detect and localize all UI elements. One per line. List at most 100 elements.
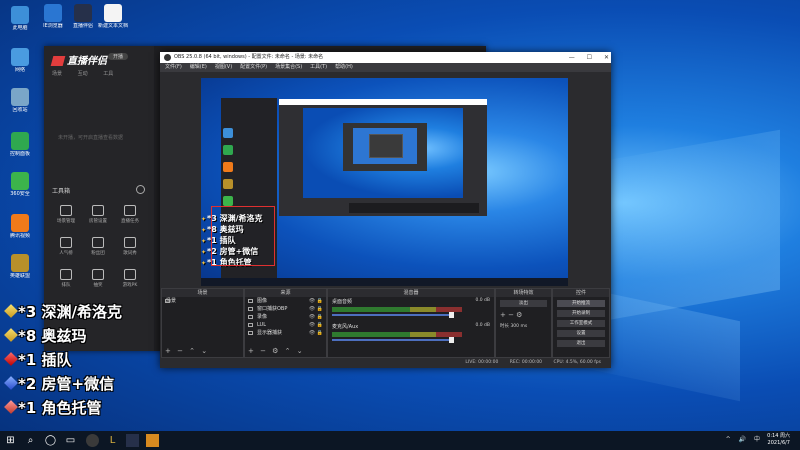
settings-button[interactable]: 设置	[557, 330, 605, 337]
status-bar: LIVE: 00:00:00 REC: 00:00:00 CPU: 4.5%, …	[160, 358, 611, 368]
menu-view[interactable]: 视图(V)	[215, 64, 232, 70]
desktop-icon[interactable]: 360安全	[3, 170, 37, 204]
volume-meter	[332, 332, 462, 337]
studio-mode-button[interactable]: 工作室模式	[557, 320, 605, 327]
desktop-icon[interactable]: 腾讯视频	[3, 212, 37, 246]
desktop-icon[interactable]: 回收站	[3, 86, 37, 120]
toolbox-grid: 场景管理 房管设置 直播任务 人气榜 粉丝团 歌词秀 排队 抽奖 游戏PK	[50, 204, 150, 300]
minimize-icon[interactable]: —	[569, 54, 575, 61]
desktop-icon[interactable]: IE浏览器	[36, 2, 70, 36]
stream-overlay-text: *3 深渊/希洛克 *8 奥兹玛 *1 插队 *2 房管+微信 *1 角色托管	[4, 300, 122, 420]
start-recording-button[interactable]: 开始录制	[557, 310, 605, 317]
queue-icon	[60, 269, 72, 280]
tool-admin[interactable]: 房管设置	[82, 204, 114, 230]
folder-taskbar-icon[interactable]	[146, 434, 159, 447]
search-icon[interactable]: ⌕	[24, 434, 37, 447]
offline-hint: 未开播，可开启直播查看数据	[58, 135, 124, 141]
desktop-icon[interactable]: 英雄联盟	[3, 252, 37, 286]
game-taskbar-icon[interactable]: L	[106, 434, 119, 447]
captured-obs	[279, 99, 487, 216]
fans-icon	[92, 237, 104, 248]
volume-icon[interactable]: 🔊	[739, 436, 746, 443]
obs-titlebar[interactable]: OBS 25.0.8 (64 bit, windows) - 配置文件: 未命名…	[160, 52, 611, 63]
overlay-line: *8 奥兹玛	[4, 324, 122, 348]
admin-icon	[92, 205, 104, 216]
network-icon	[11, 48, 29, 66]
tool-lottery[interactable]: 抽奖	[82, 268, 114, 294]
transition-select[interactable]: 淡出	[500, 300, 547, 307]
overlay-line: *1 插队	[4, 348, 122, 372]
desktop-icon[interactable]: 直播伴侣	[66, 2, 100, 36]
start-streaming-button[interactable]: 开始推流	[557, 300, 605, 307]
menu-profile[interactable]: 配置文件(P)	[240, 64, 267, 70]
overlay-line: *1 角色托管	[4, 396, 122, 420]
live-badge[interactable]: 开播	[108, 53, 129, 60]
volume-slider[interactable]	[332, 337, 454, 343]
desktop-icon[interactable]: 控制面板	[3, 130, 37, 164]
scene-item[interactable]: 场景	[162, 297, 243, 305]
menu-bar: 文件(F) 编辑(E) 视图(V) 配置文件(P) 场景集合(S) 工具(T) 帮助(H)	[160, 63, 611, 72]
task-view-icon[interactable]: ◯	[44, 434, 57, 447]
scenes-dock[interactable]: 场景 场景 + − ⌃ ⌄	[161, 288, 244, 358]
ime-indicator[interactable]: 中	[754, 436, 760, 443]
obs-taskbar-icon[interactable]	[86, 434, 99, 447]
source-item[interactable]: 窗口捕获OBP 👁 🔒	[245, 305, 326, 313]
mixer-dock[interactable]: 混音器 桌面音频 0.0 dB 麦克风/Aux 0.0 dB	[327, 288, 495, 358]
browser-icon	[44, 4, 62, 22]
source-item[interactable]: 图像 👁 🔒	[245, 297, 326, 305]
obs-docks: 场景 场景 + − ⌃ ⌄ 来源 图像 👁 🔒 窗口捕获OBP 👁 🔒 录像 👁 🔒 …	[160, 288, 611, 358]
menu-file[interactable]: 文件(F)	[165, 64, 182, 70]
live-assistant-icon	[74, 4, 92, 22]
controls-dock[interactable]: 控件 开始推流 开始录制 工作室模式 设置 退出	[552, 288, 610, 358]
taskbar: ⊞ ⌕ ◯ ▭ L ^ 🔊 中 0:14 周六 2021/6/7	[0, 431, 800, 450]
tool-fans[interactable]: 粉丝团	[82, 236, 114, 262]
transition-add-remove[interactable]: + − ⚙	[500, 311, 547, 319]
lyrics-icon	[124, 237, 136, 248]
tool-task[interactable]: 直播任务	[114, 204, 146, 230]
windows-start-icon[interactable]: ⊞	[4, 434, 17, 447]
volume-slider[interactable]	[332, 312, 454, 318]
system-tray: ^ 🔊 中	[720, 434, 760, 443]
lottery-icon	[92, 269, 104, 280]
desktop-icon[interactable]: 新建文本文档	[96, 2, 130, 36]
menu-help[interactable]: 帮助(H)	[335, 64, 353, 70]
tool-lyrics[interactable]: 歌词秀	[114, 236, 146, 262]
gear-icon[interactable]	[136, 185, 145, 194]
tray-expand-icon[interactable]: ^	[726, 436, 731, 443]
selection-box[interactable]	[211, 206, 275, 266]
menu-tools[interactable]: 工具(T)	[310, 64, 327, 70]
duration-input[interactable]: 300 ms	[510, 324, 527, 329]
menu-scene-collection[interactable]: 场景集合(S)	[275, 64, 302, 70]
source-item[interactable]: LUL 👁 🔒	[245, 321, 326, 329]
tab-scene[interactable]: 场景	[52, 71, 62, 77]
desktop-icon[interactable]: 网络	[3, 46, 37, 80]
source-item[interactable]: 显示器捕获 👁 🔒	[245, 329, 326, 337]
tool-queue[interactable]: 排队	[50, 268, 82, 294]
source-controls[interactable]: + − ⚙ ⌃ ⌄	[248, 347, 305, 355]
recycle-bin-icon	[11, 88, 29, 106]
computer-icon	[11, 6, 29, 24]
source-item[interactable]: 录像 👁 🔒	[245, 313, 326, 321]
obs-window[interactable]: OBS 25.0.8 (64 bit, windows) - 配置文件: 未命名…	[160, 52, 611, 368]
scene-controls[interactable]: + − ⌃ ⌄	[165, 347, 209, 355]
exit-button[interactable]: 退出	[557, 340, 605, 347]
tool-rank[interactable]: 人气榜	[50, 236, 82, 262]
control-panel-icon	[11, 132, 29, 150]
toolbox-label: 工具箱	[52, 188, 71, 195]
transitions-dock[interactable]: 转场特效 淡出 + − ⚙ 时长 300 ms	[495, 288, 552, 358]
preview-canvas[interactable]: *3 深渊/希洛克 *8 奥兹玛 *1 插队 *2 房管+微信 *1 角色托管	[201, 78, 568, 286]
text-file-icon	[104, 4, 122, 22]
menu-edit[interactable]: 编辑(E)	[190, 64, 207, 70]
assistant-taskbar-icon[interactable]	[126, 434, 139, 447]
clock[interactable]: 0:14 周六 2021/6/7	[767, 433, 790, 447]
tab-interact[interactable]: 互动	[78, 71, 88, 77]
close-icon[interactable]: ✕	[604, 54, 609, 61]
rank-icon	[60, 237, 72, 248]
tool-scene-manage[interactable]: 场景管理	[50, 204, 82, 230]
desktop-icon[interactable]: 此电脑	[3, 4, 37, 38]
sources-dock[interactable]: 来源 图像 👁 🔒 窗口捕获OBP 👁 🔒 录像 👁 🔒 LUL 👁 🔒 显示器捕获 👁 …	[244, 288, 327, 358]
tool-pk[interactable]: 游戏PK	[114, 268, 146, 294]
maximize-icon[interactable]: ☐	[587, 54, 592, 61]
tab-tools[interactable]: 工具	[103, 71, 113, 77]
task-switch-icon[interactable]: ▭	[64, 434, 77, 447]
